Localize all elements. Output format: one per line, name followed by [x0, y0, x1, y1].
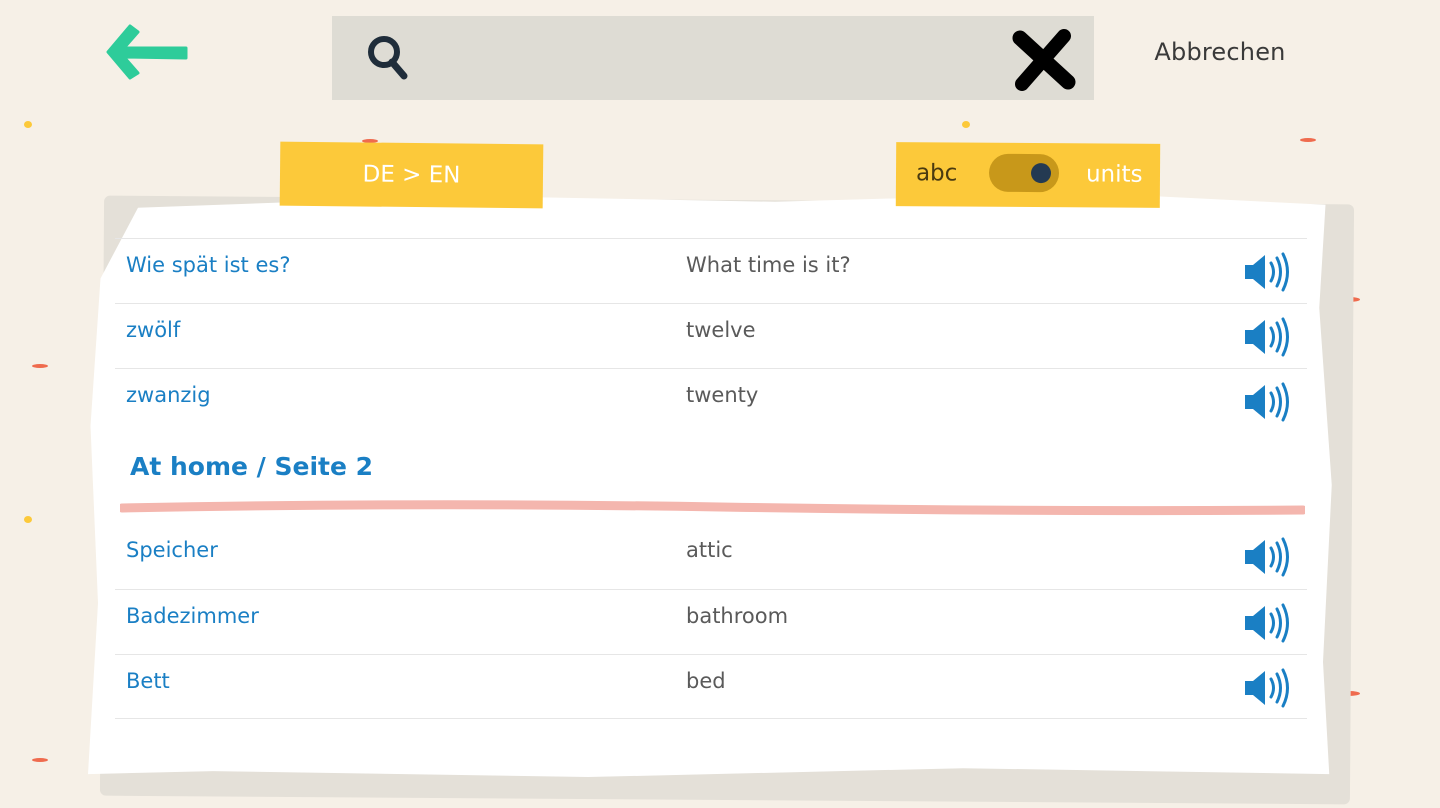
vocab-translation: What time is it? [686, 253, 851, 277]
vocab-list-group-1: Wie spät ist es? What time is it? zwölf … [115, 238, 1307, 433]
speaker-icon[interactable] [1243, 381, 1293, 423]
search-input[interactable] [432, 34, 992, 82]
vocab-row: Bett bed [115, 654, 1307, 719]
arrow-left-icon [106, 24, 188, 80]
speaker-icon[interactable] [1243, 536, 1293, 578]
language-direction-button[interactable]: DE > EN [279, 141, 544, 209]
speaker-icon[interactable] [1243, 602, 1293, 644]
vocab-translation: bathroom [686, 604, 789, 628]
section-divider [120, 500, 1305, 516]
search-bar [332, 16, 1094, 100]
magnifier-icon [368, 36, 408, 80]
decor-speck [24, 121, 32, 128]
vocab-word: Bett [126, 669, 170, 693]
vocab-translation: twelve [686, 318, 756, 342]
decor-speck [32, 758, 48, 762]
section-title: At home / Seite 2 [130, 452, 374, 481]
speaker-icon[interactable] [1243, 251, 1293, 293]
vocab-word: zwölf [126, 318, 181, 342]
decor-speck [32, 364, 48, 368]
vocab-translation: bed [686, 669, 726, 693]
back-button[interactable] [100, 18, 200, 88]
vocab-row: zwanzig twenty [115, 368, 1307, 433]
sort-units-label: units [1085, 161, 1143, 188]
sort-abc-label: abc [915, 160, 958, 187]
vocab-row: Speicher attic [115, 524, 1307, 589]
vocab-word: zwanzig [126, 383, 211, 407]
vocab-word: Speicher [126, 538, 218, 562]
speaker-icon[interactable] [1243, 667, 1293, 709]
vocab-row: Badezimmer bathroom [115, 589, 1307, 654]
cancel-button[interactable]: Abbrechen [1140, 38, 1300, 78]
decor-speck [1300, 138, 1316, 142]
decor-speck [24, 516, 32, 523]
speaker-icon[interactable] [1243, 316, 1293, 358]
sort-mode-toggle[interactable] [988, 153, 1060, 193]
sort-mode-tag: abc units [895, 142, 1161, 208]
vocab-word: Wie spät ist es? [126, 253, 291, 277]
toggle-knob [1030, 163, 1052, 184]
vocab-translation: attic [686, 538, 733, 562]
vocab-list-group-2: Speicher attic Badezimmer bathroom Bett … [115, 524, 1307, 719]
vocab-translation: twenty [686, 383, 759, 407]
vocab-word: Badezimmer [126, 604, 259, 628]
close-x-icon[interactable] [1010, 26, 1076, 92]
decor-speck [962, 121, 970, 128]
vocab-row: Wie spät ist es? What time is it? [115, 238, 1307, 303]
vocab-row: zwölf twelve [115, 303, 1307, 368]
